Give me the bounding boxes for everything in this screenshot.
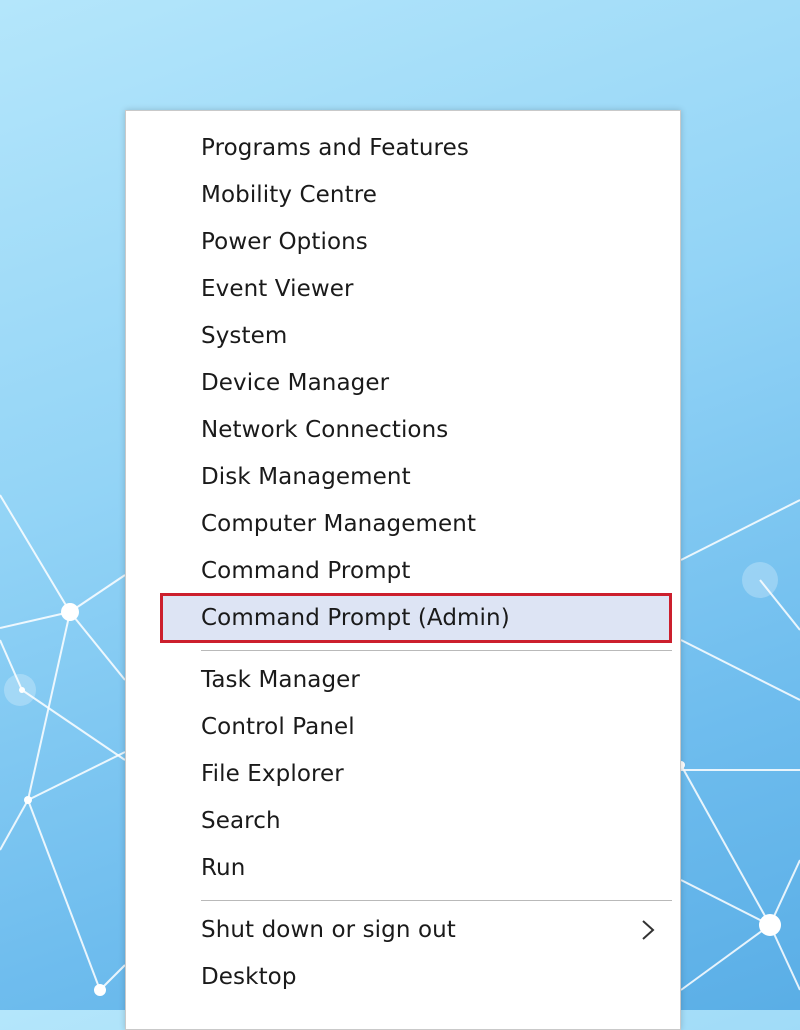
menu-item-command-prompt-admin[interactable]: Command Prompt (Admin) (160, 593, 672, 643)
menu-item-run[interactable]: Run (126, 845, 680, 891)
menu-item-network-connections[interactable]: Network Connections (126, 407, 680, 453)
menu-item-label: Mobility Centre (201, 182, 378, 208)
menu-item-task-manager[interactable]: Task Manager (126, 657, 680, 703)
menu-item-event-viewer[interactable]: Event Viewer (126, 266, 680, 312)
menu-item-desktop[interactable]: Desktop (126, 954, 680, 1000)
menu-item-search[interactable]: Search (126, 798, 680, 844)
menu-item-label: Device Manager (201, 370, 390, 396)
menu-item-label: Network Connections (201, 417, 449, 443)
menu-item-label: Command Prompt (201, 558, 411, 584)
menu-item-label: Command Prompt (Admin) (201, 605, 510, 631)
menu-item-command-prompt[interactable]: Command Prompt (126, 548, 680, 594)
menu-item-label: Programs and Features (201, 135, 469, 161)
menu-item-power-options[interactable]: Power Options (126, 219, 680, 265)
menu-item-mobility-centre[interactable]: Mobility Centre (126, 172, 680, 218)
power-user-context-menu: Programs and Features Mobility Centre Powe… (125, 110, 681, 1030)
menu-item-shut-down-or-sign-out[interactable]: Shut down or sign out (126, 907, 680, 953)
menu-item-label: Power Options (201, 229, 368, 255)
menu-separator (201, 900, 672, 901)
menu-separator (201, 650, 672, 651)
menu-item-label: Disk Management (201, 464, 411, 490)
menu-item-computer-management[interactable]: Computer Management (126, 501, 680, 547)
menu-item-disk-management[interactable]: Disk Management (126, 454, 680, 500)
menu-item-label: File Explorer (201, 761, 344, 787)
menu-item-label: Control Panel (201, 714, 355, 740)
menu-item-system[interactable]: System (126, 313, 680, 359)
menu-item-label: Computer Management (201, 511, 477, 537)
menu-item-device-manager[interactable]: Device Manager (126, 360, 680, 406)
menu-item-label: Run (201, 855, 246, 881)
menu-item-control-panel[interactable]: Control Panel (126, 704, 680, 750)
menu-item-programs-and-features[interactable]: Programs and Features (126, 125, 680, 171)
menu-item-label: Shut down or sign out (201, 917, 456, 943)
menu-item-label: System (201, 323, 288, 349)
menu-item-label: Task Manager (201, 667, 360, 693)
menu-item-file-explorer[interactable]: File Explorer (126, 751, 680, 797)
menu-item-label: Search (201, 808, 281, 834)
menu-item-label: Desktop (201, 964, 297, 990)
chevron-right-icon (642, 920, 655, 940)
menu-item-label: Event Viewer (201, 276, 354, 302)
